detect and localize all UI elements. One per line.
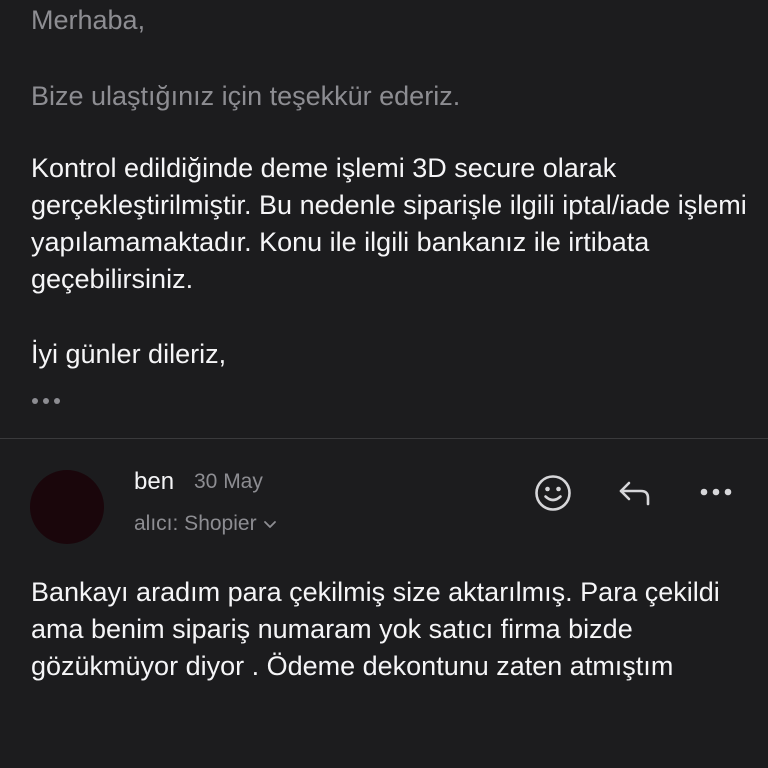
recipient-label: alıcı: Shopier bbox=[134, 512, 257, 535]
previous-body: Kontrol edildiğinde deme işlemi 3D secur… bbox=[31, 153, 747, 294]
chevron-down-icon bbox=[263, 521, 276, 528]
reply-body: Bankayı aradım para çekilmiş size aktarı… bbox=[31, 577, 720, 681]
emoji-reaction-button[interactable] bbox=[532, 472, 574, 514]
reply-button[interactable] bbox=[614, 474, 656, 512]
previous-thanks: Bize ulaştığınız için teşekkür ederiz. bbox=[31, 81, 461, 111]
show-quoted-ellipsis-icon[interactable] bbox=[32, 398, 60, 404]
avatar bbox=[30, 470, 104, 544]
reply-arrow-icon bbox=[619, 481, 650, 506]
more-horizontal-icon bbox=[700, 488, 732, 496]
smiley-face-icon bbox=[535, 475, 571, 511]
sender-name[interactable]: ben bbox=[134, 468, 174, 496]
message-divider bbox=[0, 438, 768, 439]
message-date: 30 May bbox=[194, 470, 263, 493]
previous-greeting: Merhaba, bbox=[31, 5, 146, 35]
more-options-button[interactable] bbox=[696, 478, 736, 506]
previous-closing: İyi günler dileriz, bbox=[31, 339, 227, 369]
mail-thread-view: Merhaba, Bize ulaştığınız için teşekkür … bbox=[0, 0, 768, 768]
recipient-line[interactable]: alıcı: Shopier bbox=[134, 512, 277, 536]
